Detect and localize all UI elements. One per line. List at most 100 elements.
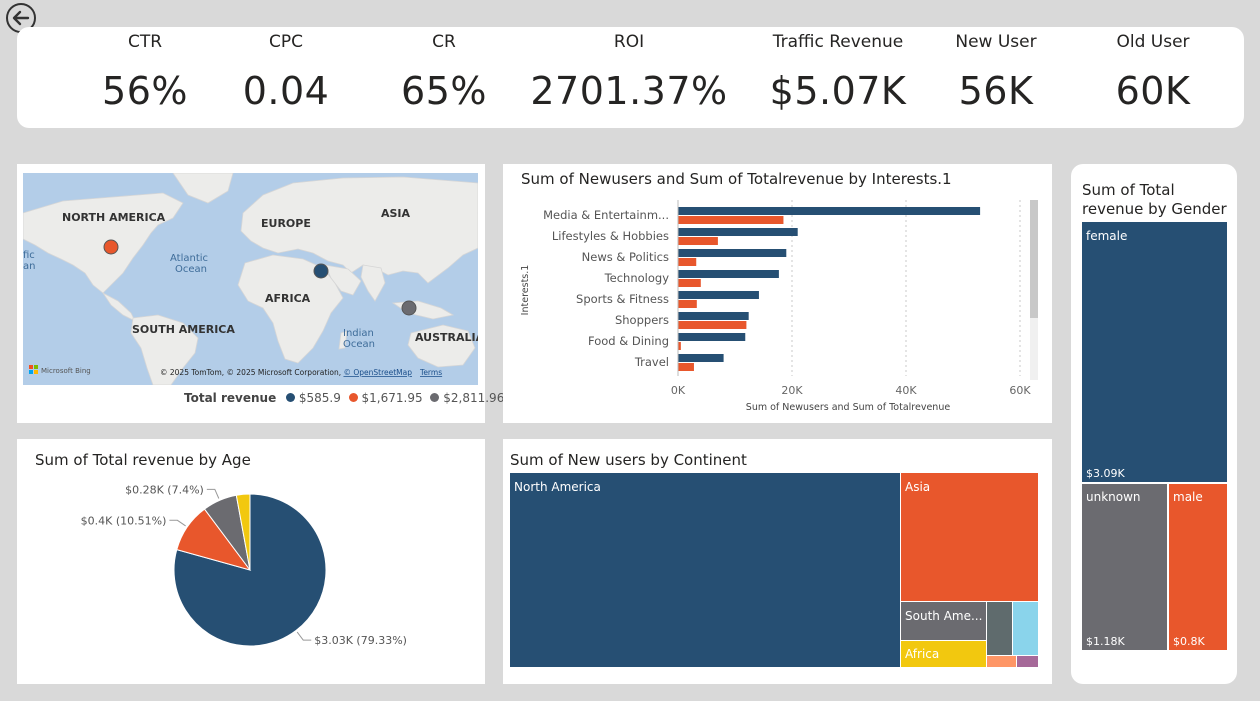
bar[interactable] — [678, 321, 747, 329]
kpi-value: 60K — [1115, 69, 1191, 113]
map-label-asia: ASIA — [381, 207, 411, 220]
continent-treemap: North America Asia South Ame... Africa — [510, 473, 1038, 667]
treemap-tile-female[interactable] — [1082, 222, 1227, 482]
bar[interactable] — [678, 312, 749, 320]
bar[interactable] — [678, 333, 746, 341]
osm-link: © OpenStreetMap — [343, 368, 412, 377]
map-bubble-north-america[interactable] — [103, 239, 119, 255]
treemap-label-africa: Africa — [905, 647, 939, 661]
x-tick-label: 0K — [671, 384, 686, 397]
map-label-indian-ocean: Ocean — [343, 339, 375, 350]
map-label-north-america: NORTH AMERICA — [62, 211, 166, 224]
y-tick-label: Sports & Fitness — [576, 292, 669, 306]
pie-leader-line — [206, 488, 220, 499]
arrow-left-icon — [12, 10, 30, 26]
x-tick-label: 20K — [781, 384, 803, 397]
pie-data-label: $0.4K (10.51%) — [81, 514, 167, 527]
kpi-label: CTR — [127, 32, 163, 52]
legend-dot — [286, 393, 296, 402]
legend-item: $2,811.96 — [443, 391, 505, 405]
gender-treemap-panel: Sum of Total revenue by Gender female $3… — [1071, 164, 1237, 684]
kpi-label: Old User — [1116, 32, 1190, 52]
treemap-tile-other-4[interactable] — [1017, 656, 1038, 667]
y-tick-label: Technology — [604, 271, 670, 285]
continent-treemap-panel: Sum of New users by Continent North Amer… — [503, 439, 1052, 684]
kpi-label: CR — [432, 32, 456, 52]
treemap-label-unknown: unknown — [1086, 490, 1141, 504]
age-pie-chart-panel: Sum of Total revenue by Age $3.03K (79.3… — [17, 439, 485, 684]
bar[interactable] — [678, 270, 779, 278]
treemap-label-north-america: North America — [514, 480, 601, 494]
bar[interactable] — [678, 354, 724, 362]
map-label-south-america: SOUTH AMERICA — [132, 323, 235, 336]
treemap-tile-other-2[interactable] — [1013, 602, 1038, 655]
kpi-label: Traffic Revenue — [772, 32, 904, 52]
bar[interactable] — [678, 249, 787, 257]
pie-data-label: $3.03K (79.33%) — [314, 634, 407, 647]
kpi-value: 2701.37% — [530, 69, 728, 113]
kpi-value: 56% — [102, 69, 188, 113]
treemap-label-female: female — [1086, 229, 1127, 243]
map-label-africa: AFRICA — [265, 292, 311, 305]
treemap-tile-other-3[interactable] — [987, 656, 1016, 667]
map-legend: Total revenue $585.9 $1,671.95 $2,811.96 — [184, 391, 504, 405]
map-bubble-oceania[interactable] — [401, 300, 417, 316]
kpi-value: $5.07K — [769, 69, 907, 113]
legend-dot — [348, 393, 358, 402]
gender-treemap: female $3.09K unknown $1.18K male $0.8K — [1082, 222, 1227, 650]
kpi-card-row: CTR 56% CPC 0.04 CR 65% ROI 2701.37% Tra… — [17, 27, 1244, 128]
kpi-label: CPC — [269, 32, 303, 52]
bar[interactable] — [678, 363, 694, 371]
pie-leader-line — [169, 519, 186, 527]
y-tick-label: Food & Dining — [588, 334, 669, 348]
map-visual[interactable]: NORTH AMERICA EUROPE ASIA Atlantic Ocean… — [23, 173, 478, 385]
map-label-indian: Indian — [343, 328, 374, 339]
bar[interactable] — [678, 237, 718, 245]
treemap-label-asia: Asia — [905, 480, 930, 494]
treemap-value-unknown: $1.18K — [1086, 635, 1125, 648]
bar[interactable] — [678, 216, 784, 224]
kpi-label: ROI — [613, 32, 645, 52]
treemap-value-male: $0.8K — [1173, 635, 1205, 648]
treemap-tile-north-america[interactable] — [510, 473, 900, 667]
bar[interactable] — [678, 291, 759, 299]
kpi-value: 65% — [401, 69, 487, 113]
y-tick-label: Travel — [634, 355, 669, 369]
treemap-label-south-america: South Ame... — [905, 609, 982, 623]
bar[interactable] — [678, 258, 697, 266]
x-tick-label: 40K — [895, 384, 917, 397]
map-bubble-asia[interactable] — [313, 263, 329, 279]
map-label-pacific-partial-2: an — [23, 261, 35, 272]
treemap-tile-other-1[interactable] — [987, 602, 1012, 655]
y-tick-label: Media & Entertainm... — [543, 208, 669, 222]
map-label-australia: AUSTRALIA — [415, 331, 478, 344]
bar[interactable] — [678, 207, 981, 215]
map-label-atlantic: Atlantic — [170, 253, 208, 264]
bar[interactable] — [678, 228, 798, 236]
scrollbar-thumb[interactable] — [1030, 200, 1038, 318]
bar[interactable] — [678, 300, 697, 308]
y-tick-label: News & Politics — [582, 250, 669, 264]
y-tick-label: Shoppers — [615, 313, 669, 327]
map-copyright: © 2025 TomTom, © 2025 Microsoft Corporat… — [160, 368, 442, 377]
terms-link: Terms — [419, 368, 442, 377]
legend-item: $585.9 — [298, 391, 341, 405]
map-label-europe: EUROPE — [261, 217, 311, 230]
map-label-atlantic-ocean: Ocean — [175, 264, 207, 275]
kpi-value: 0.04 — [242, 69, 330, 113]
treemap-tile-male[interactable] — [1169, 484, 1227, 650]
treemap-tile-unknown[interactable] — [1082, 484, 1167, 650]
legend-dot — [430, 393, 440, 402]
map-legend-title: Total revenue — [184, 391, 277, 405]
legend-item: $1,671.95 — [361, 391, 423, 405]
bar[interactable] — [678, 279, 701, 287]
y-axis-title: Interests.1 — [520, 265, 531, 316]
kpi-value: 56K — [958, 69, 1034, 113]
x-tick-label: 60K — [1009, 384, 1031, 397]
kpi-label: New User — [955, 32, 1037, 52]
x-axis-title: Sum of Newusers and Sum of Totalrevenue — [746, 402, 951, 413]
pie-leader-line — [296, 631, 312, 641]
interests-bar-chart-panel: Sum of Newusers and Sum of Totalrevenue … — [503, 164, 1052, 423]
treemap-label-male: male — [1173, 490, 1203, 504]
pie-data-label: $0.28K (7.4%) — [125, 483, 204, 496]
